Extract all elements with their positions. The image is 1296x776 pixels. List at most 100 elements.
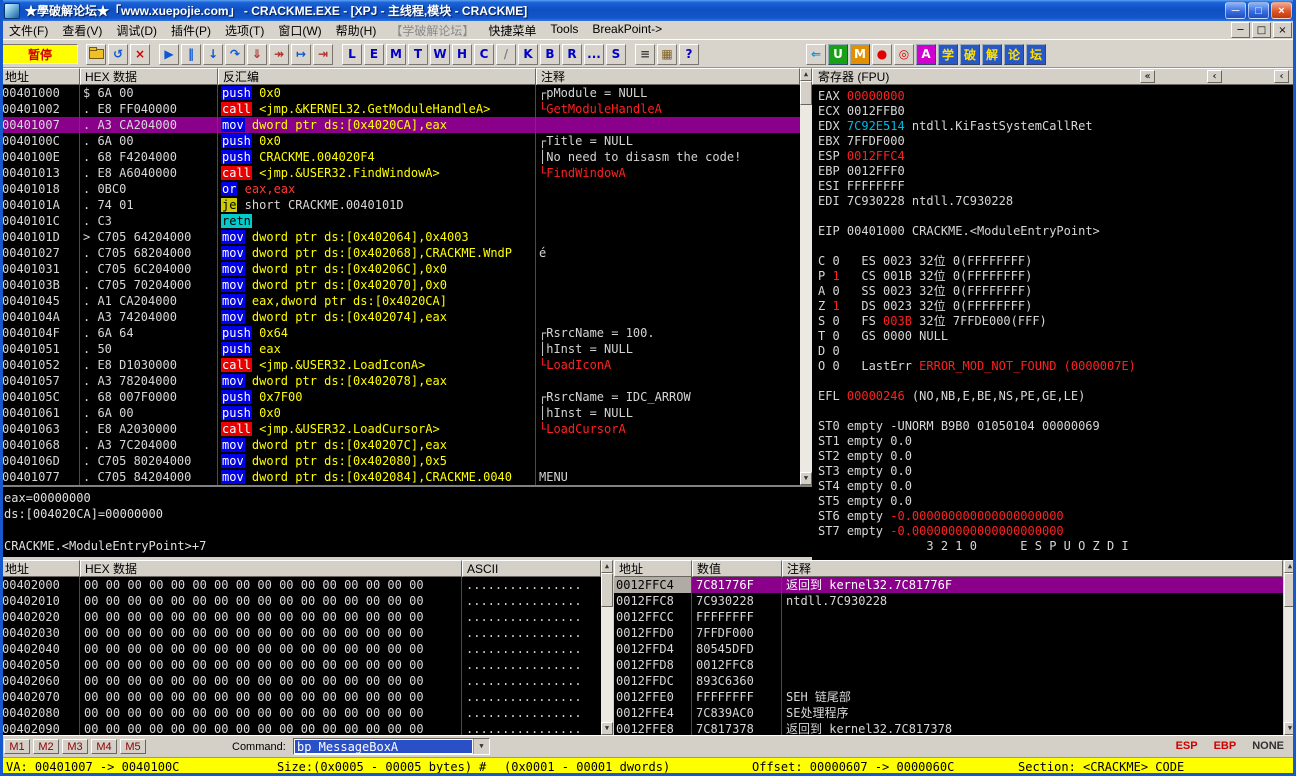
title-bar[interactable]: ★學破解论坛★「www.xuepojie.com」 - CRACKME.EXE … [0, 0, 1296, 21]
menu-item[interactable]: 调试(D) [109, 21, 164, 40]
register-line[interactable]: ECX 0012FFB0 [818, 104, 1296, 119]
appearance-button[interactable]: ≡ [635, 44, 655, 65]
disasm-row[interactable]: 00401077. C705 84204000mov dword ptr ds:… [0, 469, 800, 485]
disasm-row[interactable]: 0040101D> C705 64204000mov dword ptr ds:… [0, 229, 800, 245]
cpu-window-button[interactable]: C [474, 44, 494, 65]
column-header-address[interactable]: 地址 [0, 68, 80, 85]
register-line[interactable]: C 0 ES 0023 32位 0(FFFFFFFF) [818, 254, 1296, 269]
mdi-minimize-button[interactable]: ─ [1231, 22, 1250, 38]
register-line[interactable]: ESP 0012FFC4 [818, 149, 1296, 164]
menu-item[interactable]: 选项(T) [218, 21, 271, 40]
register-line[interactable]: P 1 CS 001B 32位 0(FFFFFFFF) [818, 269, 1296, 284]
open-file-button[interactable] [86, 44, 106, 65]
record-dot-button[interactable]: ● [872, 44, 892, 65]
brand-lun-button[interactable]: 论 [1004, 44, 1024, 65]
disasm-row[interactable]: 00401031. C705 6C204000mov dword ptr ds:… [0, 261, 800, 277]
register-line[interactable]: S 0 FS 003B 32位 7FFDE000(FFF) [818, 314, 1296, 329]
windows-window-button[interactable]: W [430, 44, 450, 65]
target-button[interactable]: ◎ [894, 44, 914, 65]
plugin-m-button[interactable]: M [850, 44, 870, 65]
menu-item[interactable]: 帮助(H) [329, 21, 384, 40]
register-line[interactable]: ST0 empty -UNORM B9B0 01050104 00000069 [818, 419, 1296, 434]
column-header-hex[interactable]: HEX 数据 [80, 68, 218, 85]
disasm-row[interactable]: 00401061. 6A 00push 0x0│hInst = NULL [0, 405, 800, 421]
column-header-disasm[interactable]: 反汇编 [218, 68, 536, 85]
register-line[interactable]: EDX 7C92E514 ntdll.KiFastSystemCallRet [818, 119, 1296, 134]
register-line[interactable]: ST4 empty 0.0 [818, 479, 1296, 494]
dump-row[interactable]: 0040207000 00 00 00 00 00 00 00 00 00 00… [0, 689, 601, 705]
mdi-close-button[interactable]: × [1273, 22, 1292, 38]
register-line[interactable]: T 0 GS 0000 NULL [818, 329, 1296, 344]
stack-row[interactable]: 0012FFE47C839AC0SE处理程序 [614, 705, 1283, 721]
m-tab[interactable]: M3 [62, 739, 88, 754]
register-line[interactable]: D 0 [818, 344, 1296, 359]
command-input[interactable]: bp MessageBoxA ▼ [293, 738, 490, 755]
close-program-button[interactable]: × [130, 44, 150, 65]
pause-program-button[interactable]: ‖ [181, 44, 201, 65]
disasm-row[interactable]: 0040100E. 68 F4204000push CRACKME.004020… [0, 149, 800, 165]
patches-window-button[interactable]: / [496, 44, 516, 65]
breakpoints-window-button[interactable]: B [540, 44, 560, 65]
menu-item[interactable]: 插件(P) [164, 21, 218, 40]
disasm-scrollbar[interactable]: ▲ ▼ [800, 68, 812, 485]
disasm-row[interactable]: 0040103B. C705 70204000mov dword ptr ds:… [0, 277, 800, 293]
disasm-row[interactable]: 0040101C. C3retn [0, 213, 800, 229]
stack-row[interactable]: 0012FFE87C817378返回到 kernel32.7C817378 [614, 721, 1283, 735]
brand-jie-button[interactable]: 解 [982, 44, 1002, 65]
column-header-dump-address[interactable]: 地址 [0, 560, 80, 577]
scroll-up-icon[interactable]: ▲ [1284, 560, 1296, 573]
register-line[interactable]: EBX 7FFDF000 [818, 134, 1296, 149]
m-tab[interactable]: M1 [4, 739, 30, 754]
animate-over-button[interactable]: ↠ [269, 44, 289, 65]
dump-row[interactable]: 0040202000 00 00 00 00 00 00 00 00 00 00… [0, 609, 601, 625]
register-line[interactable]: EBP 0012FFF0 [818, 164, 1296, 179]
dump-row[interactable]: 0040208000 00 00 00 00 00 00 00 00 00 00… [0, 705, 601, 721]
brand-tan-button[interactable]: 坛 [1026, 44, 1046, 65]
restart-button[interactable]: ↺ [108, 44, 128, 65]
column-header-stack-address[interactable]: 地址 [614, 560, 692, 577]
execute-till-user-button[interactable]: ⇥ [313, 44, 333, 65]
disasm-row[interactable]: 00401000$ 6A 00push 0x0┌pModule = NULL [0, 85, 800, 101]
register-line[interactable]: 3 2 1 0 E S P U O Z D I [818, 539, 1296, 554]
execute-till-return-button[interactable]: ↦ [291, 44, 311, 65]
disasm-row[interactable]: 0040101A. 74 01je short CRACKME.0040101D [0, 197, 800, 213]
disasm-row[interactable]: 0040104A. A3 74204000mov dword ptr ds:[0… [0, 309, 800, 325]
regs-right-button[interactable]: ‹ [1274, 70, 1289, 83]
stack-row[interactable]: 0012FFD07FFDF000 [614, 625, 1283, 641]
register-line[interactable]: ST6 empty -0.000000000000000000000 [818, 509, 1296, 524]
disasm-row[interactable]: 00401045. A1 CA204000mov eax,dword ptr d… [0, 293, 800, 309]
register-line[interactable]: O 0 LastErr ERROR_MOD_NOT_FOUND (0000007… [818, 359, 1296, 374]
disasm-row[interactable]: 0040106D. C705 80204000mov dword ptr ds:… [0, 453, 800, 469]
stack-row[interactable]: 0012FFC47C81776F返回到 kernel32.7C81776F [614, 577, 1283, 593]
scroll-down-icon[interactable]: ▼ [601, 722, 613, 735]
menu-item[interactable]: 快捷菜单 [481, 21, 543, 40]
disasm-row[interactable]: 0040100C. 6A 00push 0x0┌Title = NULL [0, 133, 800, 149]
dump-row[interactable]: 0040203000 00 00 00 00 00 00 00 00 00 00… [0, 625, 601, 641]
regs-prev-button[interactable]: « [1140, 70, 1155, 83]
dump-row[interactable]: 0040206000 00 00 00 00 00 00 00 00 00 00… [0, 673, 601, 689]
register-line[interactable]: ST1 empty 0.0 [818, 434, 1296, 449]
m-tab[interactable]: M2 [33, 739, 59, 754]
column-header-stack-comment[interactable]: 注释 [782, 560, 1283, 577]
stack-row[interactable]: 0012FFD80012FFC8 [614, 657, 1283, 673]
brand-po-button[interactable]: 破 [960, 44, 980, 65]
stack-row[interactable]: 0012FFC87C930228ntdll.7C930228 [614, 593, 1283, 609]
step-over-button[interactable]: ↷ [225, 44, 245, 65]
back-arrow-button[interactable]: ⇐ [806, 44, 826, 65]
references-window-button[interactable]: R [562, 44, 582, 65]
menu-item[interactable]: 【学破解论坛】 [383, 21, 481, 40]
dump-row[interactable]: 0040204000 00 00 00 00 00 00 00 00 00 00… [0, 641, 601, 657]
disasm-row[interactable]: 00401027. C705 68204000mov dword ptr ds:… [0, 245, 800, 261]
scroll-thumb[interactable] [800, 81, 812, 105]
handles-window-button[interactable]: H [452, 44, 472, 65]
brand-xue-button[interactable]: 学 [938, 44, 958, 65]
register-line[interactable]: EIP 00401000 CRACKME.<ModuleEntryPoint> [818, 224, 1296, 239]
register-line[interactable]: ST2 empty 0.0 [818, 449, 1296, 464]
register-line[interactable]: EFL 00000246 (NO,NB,E,BE,NS,PE,GE,LE) [818, 389, 1296, 404]
disasm-row[interactable]: 0040104F. 6A 64push 0x64┌RsrcName = 100. [0, 325, 800, 341]
dump-row[interactable]: 0040201000 00 00 00 00 00 00 00 00 00 00… [0, 593, 601, 609]
stack-row[interactable]: 0012FFE0FFFFFFFFSEH 链尾部 [614, 689, 1283, 705]
menu-item[interactable]: 查看(V) [55, 21, 109, 40]
log-window-button[interactable]: L [342, 44, 362, 65]
close-button[interactable]: × [1271, 2, 1292, 19]
